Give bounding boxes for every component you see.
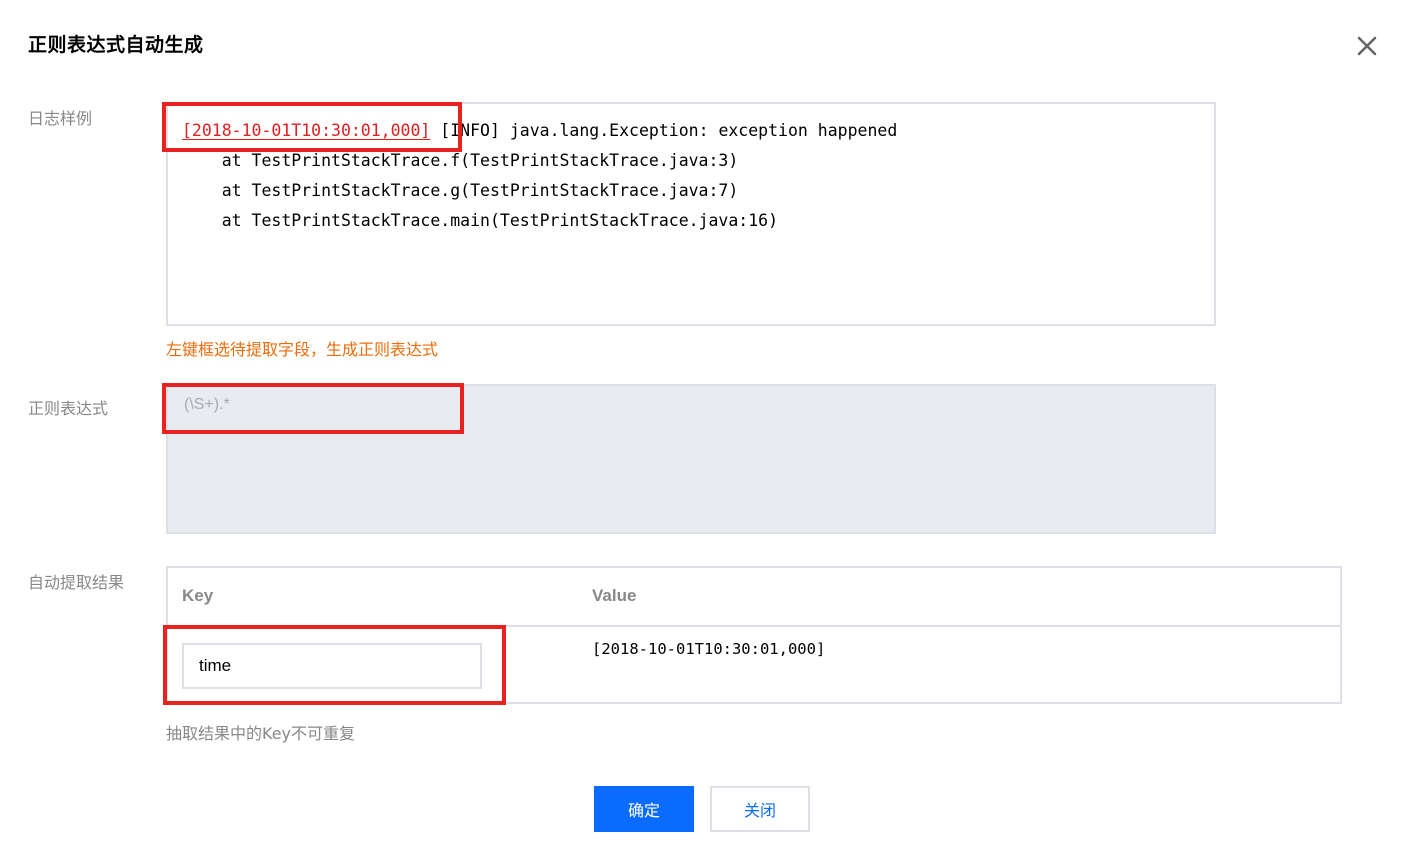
close-icon-glyph <box>1357 36 1377 56</box>
log-line-4: at TestPrintStackTrace.main(TestPrintSta… <box>182 211 779 230</box>
confirm-button[interactable]: 确定 <box>594 786 694 832</box>
regex-textarea[interactable]: (\S+).* <box>166 384 1216 534</box>
regex-label: 正则表达式 <box>28 399 109 418</box>
key-unique-hint: 抽取结果中的Key不可重复 <box>166 724 356 743</box>
dialog-title: 正则表达式自动生成 <box>28 34 204 56</box>
result-label: 自动提取结果 <box>28 573 125 592</box>
log-sample-label: 日志样例 <box>28 109 93 128</box>
log-line-1-rest: [INFO] java.lang.Exception: exception ha… <box>430 121 898 140</box>
key-input[interactable]: time <box>182 643 482 689</box>
table-header-divider <box>168 625 1340 627</box>
selection-hint: 左键框选待提取字段，生成正则表达式 <box>166 340 439 359</box>
column-header-key: Key <box>182 586 214 605</box>
log-sample-text[interactable]: [2018-10-01T10:30:01,000] [INFO] java.la… <box>182 116 897 236</box>
result-table: Key Value time [2018-10-01T10:30:01,000] <box>166 566 1342 704</box>
close-icon[interactable] <box>1354 33 1380 59</box>
value-cell: [2018-10-01T10:30:01,000] <box>592 640 826 658</box>
log-sample-area[interactable]: [2018-10-01T10:30:01,000] [INFO] java.la… <box>166 102 1216 326</box>
log-line-2: at TestPrintStackTrace.f(TestPrintStackT… <box>182 151 739 170</box>
regex-value: (\S+).* <box>184 396 230 413</box>
close-button[interactable]: 关闭 <box>710 786 810 832</box>
selected-field[interactable]: [2018-10-01T10:30:01,000] <box>182 121 430 140</box>
regex-generator-dialog: 正则表达式自动生成 日志样例 [2018-10-01T10:30:01,000]… <box>0 0 1404 862</box>
column-header-value: Value <box>592 586 637 605</box>
log-line-3: at TestPrintStackTrace.g(TestPrintStackT… <box>182 181 739 200</box>
